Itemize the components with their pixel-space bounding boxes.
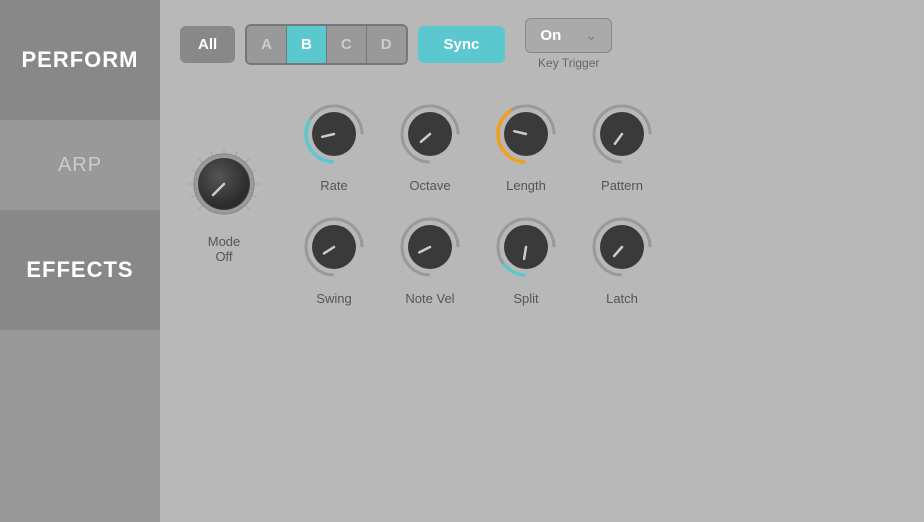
main-panel: All A B C D Sync On ⌄ Key Trigger bbox=[160, 0, 924, 522]
knob-notevel[interactable] bbox=[394, 211, 466, 283]
all-button[interactable]: All bbox=[180, 26, 235, 63]
knob-cell-octave: Octave bbox=[394, 98, 466, 193]
knobs-area: Mode Off Rate Octave Length Pattern Swing Not… bbox=[180, 98, 904, 306]
knob-rate[interactable] bbox=[298, 98, 370, 170]
knob-cell-rate: Rate bbox=[298, 98, 370, 193]
knob-swing[interactable] bbox=[298, 211, 370, 283]
knob-split[interactable] bbox=[490, 211, 562, 283]
mode-off-label: Off bbox=[208, 249, 241, 264]
knob-label-swing: Swing bbox=[316, 291, 351, 306]
knob-cell-swing: Swing bbox=[298, 211, 370, 306]
top-bar: All A B C D Sync On ⌄ Key Trigger bbox=[180, 18, 904, 70]
knob-label-octave: Octave bbox=[409, 178, 450, 193]
chevron-down-icon: ⌄ bbox=[585, 27, 597, 44]
knob-octave[interactable] bbox=[394, 98, 466, 170]
sidebar-item-arp[interactable]: ARP bbox=[0, 120, 160, 210]
sidebar-arp-label: ARP bbox=[58, 154, 102, 177]
knob-cell-length: Length bbox=[490, 98, 562, 193]
mode-knob-section: Mode Off bbox=[180, 140, 268, 264]
key-trigger-select[interactable]: On ⌄ bbox=[525, 18, 612, 53]
key-trigger-wrapper: On ⌄ Key Trigger bbox=[525, 18, 612, 70]
mode-knob[interactable] bbox=[180, 140, 268, 228]
knob-label-notevel: Note Vel bbox=[405, 291, 454, 306]
mode-label: Mode bbox=[208, 234, 241, 249]
btn-b[interactable]: B bbox=[287, 26, 327, 63]
knob-label-pattern: Pattern bbox=[601, 178, 643, 193]
knob-cell-pattern: Pattern bbox=[586, 98, 658, 193]
knob-cell-latch: Latch bbox=[586, 211, 658, 306]
key-trigger-value: On bbox=[540, 27, 561, 44]
key-trigger-label: Key Trigger bbox=[538, 56, 599, 70]
btn-c[interactable]: C bbox=[327, 26, 367, 63]
knob-cell-notevel: Note Vel bbox=[394, 211, 466, 306]
abcd-group: A B C D bbox=[245, 24, 407, 65]
knob-label-rate: Rate bbox=[320, 178, 347, 193]
knob-latch[interactable] bbox=[586, 211, 658, 283]
knobs-grid: Rate Octave Length Pattern Swing Note Vel Spli… bbox=[298, 98, 658, 306]
sidebar-effects-label: EFFECTS bbox=[26, 257, 133, 283]
knob-length[interactable] bbox=[490, 98, 562, 170]
knob-cell-split: Split bbox=[490, 211, 562, 306]
knob-label-latch: Latch bbox=[606, 291, 638, 306]
sidebar-spacer bbox=[0, 330, 160, 522]
btn-a[interactable]: A bbox=[247, 26, 287, 63]
sync-button[interactable]: Sync bbox=[418, 26, 506, 63]
sidebar: PERFORM ARP EFFECTS bbox=[0, 0, 160, 522]
sidebar-item-effects[interactable]: EFFECTS bbox=[0, 210, 160, 330]
sidebar-item-perform[interactable]: PERFORM bbox=[0, 0, 160, 120]
btn-d[interactable]: D bbox=[367, 26, 406, 63]
knob-pattern[interactable] bbox=[586, 98, 658, 170]
knob-label-length: Length bbox=[506, 178, 546, 193]
sidebar-perform-label: PERFORM bbox=[22, 47, 139, 73]
knob-label-split: Split bbox=[513, 291, 538, 306]
